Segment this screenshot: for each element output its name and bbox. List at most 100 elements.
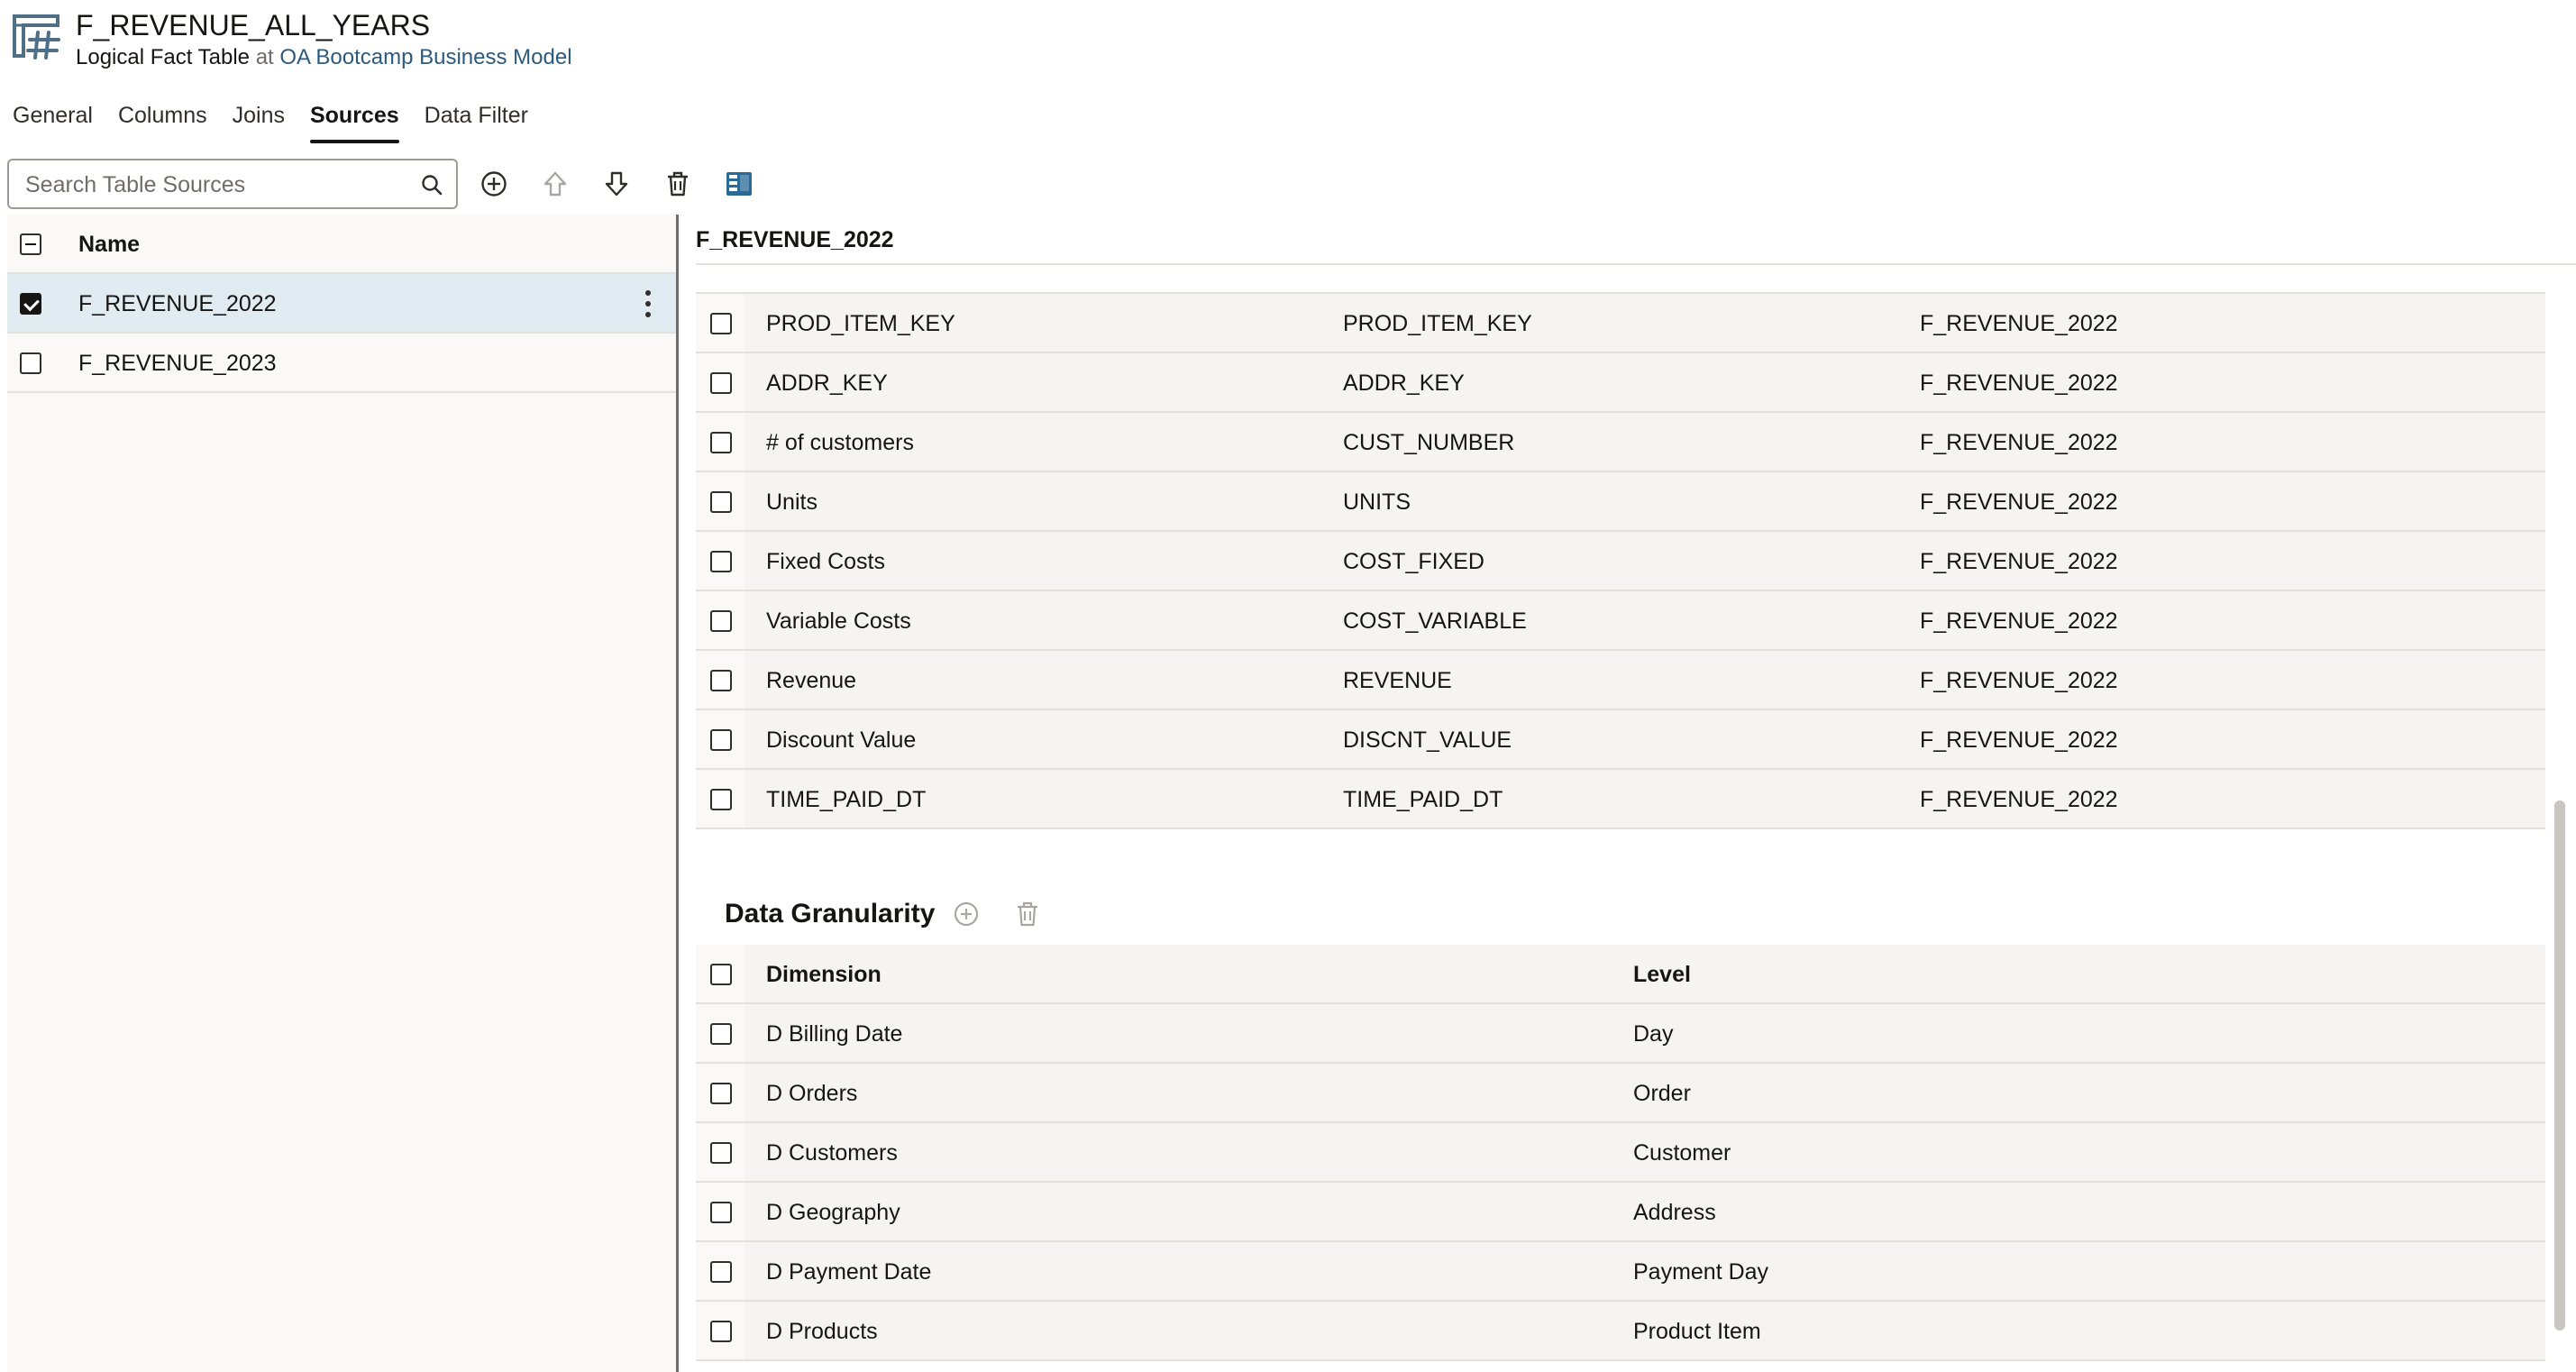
table-row[interactable]: Fixed Costs COST_FIXED F_REVENUE_2022 xyxy=(696,532,2545,591)
vertical-scrollbar[interactable] xyxy=(2554,800,2565,1331)
row-checkbox[interactable] xyxy=(710,372,732,394)
physical-column-cell: ADDR_KEY xyxy=(1343,370,1465,396)
search-box[interactable] xyxy=(7,159,458,209)
row-checkbox[interactable] xyxy=(710,1142,732,1164)
row-checkbox[interactable] xyxy=(710,1202,732,1223)
dimension-cell: D Payment Date xyxy=(766,1259,932,1285)
source-name: F_REVENUE_2022 xyxy=(78,291,277,316)
row-checkbox[interactable] xyxy=(710,1321,732,1342)
logical-column-cell: Variable Costs xyxy=(766,608,911,634)
list-item[interactable]: F_REVENUE_2023 xyxy=(7,334,676,393)
physical-column-cell: COST_VARIABLE xyxy=(1343,608,1527,634)
table-row[interactable]: Revenue REVENUE F_REVENUE_2022 xyxy=(696,651,2545,710)
row-checkbox[interactable] xyxy=(710,729,732,751)
search-icon[interactable] xyxy=(420,173,443,197)
table-row[interactable]: Variable Costs COST_VARIABLE F_REVENUE_2… xyxy=(696,591,2545,651)
dimension-cell: D Products xyxy=(766,1319,878,1344)
data-granularity-title: Data Granularity xyxy=(725,899,936,928)
granularity-header-row: Dimension Level xyxy=(696,945,2545,1004)
physical-table-cell: F_REVENUE_2022 xyxy=(1920,668,2118,693)
delete-source-button[interactable] xyxy=(660,166,696,202)
level-column-header: Level xyxy=(1633,962,1691,987)
subtitle-at: at xyxy=(255,45,274,69)
subtitle-type: Logical Fact Table xyxy=(76,45,251,69)
physical-table-cell: F_REVENUE_2022 xyxy=(1920,311,2118,336)
level-cell: Day xyxy=(1633,1021,1674,1047)
table-row[interactable]: ADDR_KEY ADDR_KEY F_REVENUE_2022 xyxy=(696,353,2545,413)
physical-column-cell: TIME_PAID_DT xyxy=(1343,787,1503,812)
table-row[interactable]: # of customers CUST_NUMBER F_REVENUE_202… xyxy=(696,413,2545,472)
toggle-layout-button[interactable] xyxy=(721,166,757,202)
row-checkbox[interactable] xyxy=(710,551,732,572)
select-all-checkbox[interactable] xyxy=(710,964,732,985)
dimension-cell: D Orders xyxy=(766,1081,858,1106)
level-cell: Product Item xyxy=(1633,1319,1761,1344)
business-model-link[interactable]: OA Bootcamp Business Model xyxy=(279,45,571,69)
source-detail-panel: F_REVENUE_2022 PROD_ITEM_KEY PROD_ITEM_K… xyxy=(680,215,2576,1372)
physical-table-cell: F_REVENUE_2022 xyxy=(1920,787,2118,812)
title-divider xyxy=(696,263,2576,265)
table-row[interactable]: Discount Value DISCNT_VALUE F_REVENUE_20… xyxy=(696,710,2545,770)
row-checkbox[interactable] xyxy=(710,670,732,691)
physical-column-cell: PROD_ITEM_KEY xyxy=(1343,311,1532,336)
table-row[interactable]: D Products Product Item xyxy=(696,1302,2545,1361)
logical-column-cell: TIME_PAID_DT xyxy=(766,787,927,812)
table-row[interactable]: Units UNITS F_REVENUE_2022 xyxy=(696,472,2545,532)
row-checkbox[interactable] xyxy=(710,1023,732,1045)
row-checkbox[interactable] xyxy=(710,432,732,453)
tab-data-filter[interactable]: Data Filter xyxy=(425,97,528,139)
physical-table-cell: F_REVENUE_2022 xyxy=(1920,608,2118,634)
tab-sources[interactable]: Sources xyxy=(309,97,399,143)
more-actions-icon[interactable] xyxy=(635,287,662,321)
logical-column-cell: Discount Value xyxy=(766,727,917,753)
name-column-header: Name xyxy=(78,232,141,257)
physical-column-cell: REVENUE xyxy=(1343,668,1452,693)
row-checkbox[interactable] xyxy=(20,293,41,315)
physical-table-cell: F_REVENUE_2022 xyxy=(1920,430,2118,455)
physical-column-cell: CUST_NUMBER xyxy=(1343,430,1515,455)
row-checkbox[interactable] xyxy=(20,352,41,374)
row-checkbox[interactable] xyxy=(710,491,732,513)
table-row[interactable]: D Billing Date Day xyxy=(696,1004,2545,1064)
table-row[interactable]: D Geography Address xyxy=(696,1183,2545,1242)
add-granularity-icon[interactable] xyxy=(952,900,981,928)
table-row[interactable]: TIME_PAID_DT TIME_PAID_DT F_REVENUE_2022 xyxy=(696,770,2545,829)
table-row[interactable]: PROD_ITEM_KEY PROD_ITEM_KEY F_REVENUE_20… xyxy=(696,294,2545,353)
tab-columns[interactable]: Columns xyxy=(118,97,207,139)
add-source-button[interactable] xyxy=(476,166,512,202)
search-input[interactable] xyxy=(23,168,402,202)
physical-column-cell: UNITS xyxy=(1343,489,1411,515)
panel-layout-icon xyxy=(726,172,752,196)
panel-divider[interactable] xyxy=(676,215,679,1372)
list-item[interactable]: F_REVENUE_2022 xyxy=(7,274,676,334)
level-cell: Order xyxy=(1633,1081,1691,1106)
row-checkbox[interactable] xyxy=(710,789,732,810)
sources-toolbar xyxy=(7,159,764,209)
delete-icon xyxy=(668,171,688,197)
physical-column-cell: DISCNT_VALUE xyxy=(1343,727,1512,753)
page-subtitle: Logical Fact Table at OA Bootcamp Busine… xyxy=(76,43,572,72)
detail-title: F_REVENUE_2022 xyxy=(696,227,894,252)
move-up-button[interactable] xyxy=(537,166,573,202)
logical-column-cell: Revenue xyxy=(766,668,857,693)
table-row[interactable]: D Orders Order xyxy=(696,1064,2545,1123)
delete-granularity-icon[interactable] xyxy=(1013,900,1042,928)
row-checkbox[interactable] xyxy=(710,313,732,334)
table-row[interactable]: D Customers Customer xyxy=(696,1123,2545,1183)
select-all-checkbox[interactable] xyxy=(20,233,41,255)
table-row[interactable]: D Payment Date Payment Day xyxy=(696,1242,2545,1302)
tab-general[interactable]: General xyxy=(13,97,93,139)
level-cell: Customer xyxy=(1633,1140,1731,1166)
row-checkbox[interactable] xyxy=(710,1083,732,1104)
row-checkbox[interactable] xyxy=(710,610,732,632)
move-down-icon xyxy=(605,171,628,197)
row-checkbox[interactable] xyxy=(710,1261,732,1283)
list-header: Name xyxy=(7,215,676,274)
add-icon xyxy=(481,171,507,197)
physical-table-cell: F_REVENUE_2022 xyxy=(1920,489,2118,515)
dimension-cell: D Customers xyxy=(766,1140,898,1166)
move-down-button[interactable] xyxy=(598,166,635,202)
level-cell: Payment Day xyxy=(1633,1259,1769,1285)
tab-joins[interactable]: Joins xyxy=(233,97,285,139)
logical-column-cell: ADDR_KEY xyxy=(766,370,888,396)
